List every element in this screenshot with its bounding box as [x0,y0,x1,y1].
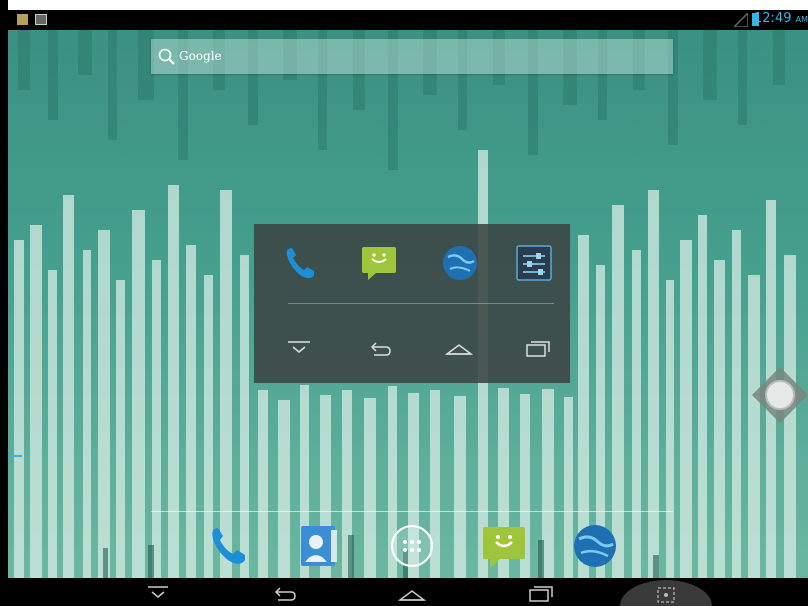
search-label: Google [179,49,222,63]
top-edge [8,0,808,10]
hide-keyboard-icon[interactable] [284,334,314,360]
floating-nav-panel [254,224,570,383]
dock-browser-icon[interactable] [571,522,619,570]
clock-time: 12:49 [754,11,792,26]
dock-divider [151,511,673,512]
panel-divider [288,303,554,304]
recent-apps-icon[interactable] [522,334,552,360]
nav-back-icon[interactable] [264,578,304,606]
clock: 12:49 AM [754,11,808,26]
notification-icon [17,14,28,25]
dock-phone-icon[interactable] [204,522,252,570]
status-bar[interactable]: 12:49 AM [8,10,808,30]
nav-hide-keyboard-icon[interactable] [138,578,178,606]
messaging-icon[interactable] [360,243,400,283]
google-search-bar[interactable]: Google [151,39,673,74]
settings-icon[interactable] [514,243,554,283]
search-icon [158,48,175,65]
dock-messaging-icon[interactable] [481,522,529,570]
home-screen: 12:49 AM Google [8,0,808,606]
back-icon[interactable] [364,334,394,360]
floating-control-handle[interactable] [752,367,808,423]
screenshot-button[interactable] [620,578,712,606]
system-nav-bar [8,578,808,606]
app-drawer-icon[interactable] [388,522,436,570]
screenshot-notification-icon [35,14,47,25]
nav-home-icon[interactable] [392,578,432,606]
edge-indicator [8,455,22,457]
nav-recent-apps-icon[interactable] [520,578,560,606]
home-icon[interactable] [444,334,474,360]
left-border [0,0,8,606]
clock-ampm: AM [795,15,808,24]
dock-contacts-icon[interactable] [295,522,343,570]
signal-icon [734,13,748,27]
browser-icon[interactable] [440,243,480,283]
phone-icon[interactable] [280,243,320,283]
